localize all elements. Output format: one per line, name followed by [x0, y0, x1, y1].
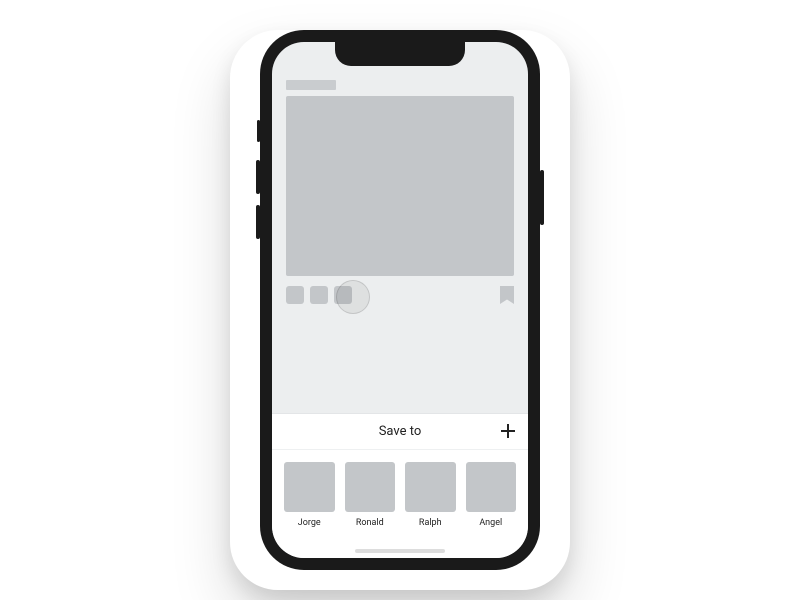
volume-down-button[interactable]: [256, 205, 260, 239]
comment-icon[interactable]: [310, 286, 328, 304]
collection-label: Ronald: [356, 518, 384, 528]
collection-thumb: [405, 462, 456, 513]
post-actions: [272, 276, 528, 304]
post-image[interactable]: [286, 96, 514, 276]
notch: [335, 42, 465, 66]
screen: Save to Jorge Ronald Ralph: [272, 42, 528, 558]
collection-item[interactable]: Ronald: [345, 462, 396, 529]
home-indicator-area: [272, 544, 528, 558]
home-indicator[interactable]: [355, 549, 445, 553]
mute-switch[interactable]: [257, 120, 260, 142]
phone-frame: Save to Jorge Ronald Ralph: [260, 30, 540, 570]
save-sheet: Save to Jorge Ronald Ralph: [272, 413, 528, 559]
bookmark-icon[interactable]: [500, 286, 514, 304]
add-collection-button[interactable]: [498, 421, 518, 441]
collection-thumb: [345, 462, 396, 513]
power-button[interactable]: [540, 170, 544, 225]
like-icon[interactable]: [286, 286, 304, 304]
collection-item[interactable]: Jorge: [284, 462, 335, 529]
volume-up-button[interactable]: [256, 160, 260, 194]
collection-item[interactable]: Angel: [466, 462, 517, 529]
collection-label: Ralph: [419, 518, 442, 528]
share-icon[interactable]: [334, 286, 352, 304]
sheet-header: Save to: [272, 414, 528, 450]
feed: [272, 96, 528, 276]
header-title-placeholder: [286, 80, 336, 90]
collection-item[interactable]: Ralph: [405, 462, 456, 529]
collection-thumb: [466, 462, 517, 513]
collection-label: Jorge: [298, 518, 321, 528]
sheet-title: Save to: [379, 424, 422, 439]
collection-label: Angel: [479, 518, 502, 528]
collection-thumb: [284, 462, 335, 513]
collections-row: Jorge Ronald Ralph Angel: [272, 450, 528, 545]
app-content: Save to Jorge Ronald Ralph: [272, 42, 528, 558]
